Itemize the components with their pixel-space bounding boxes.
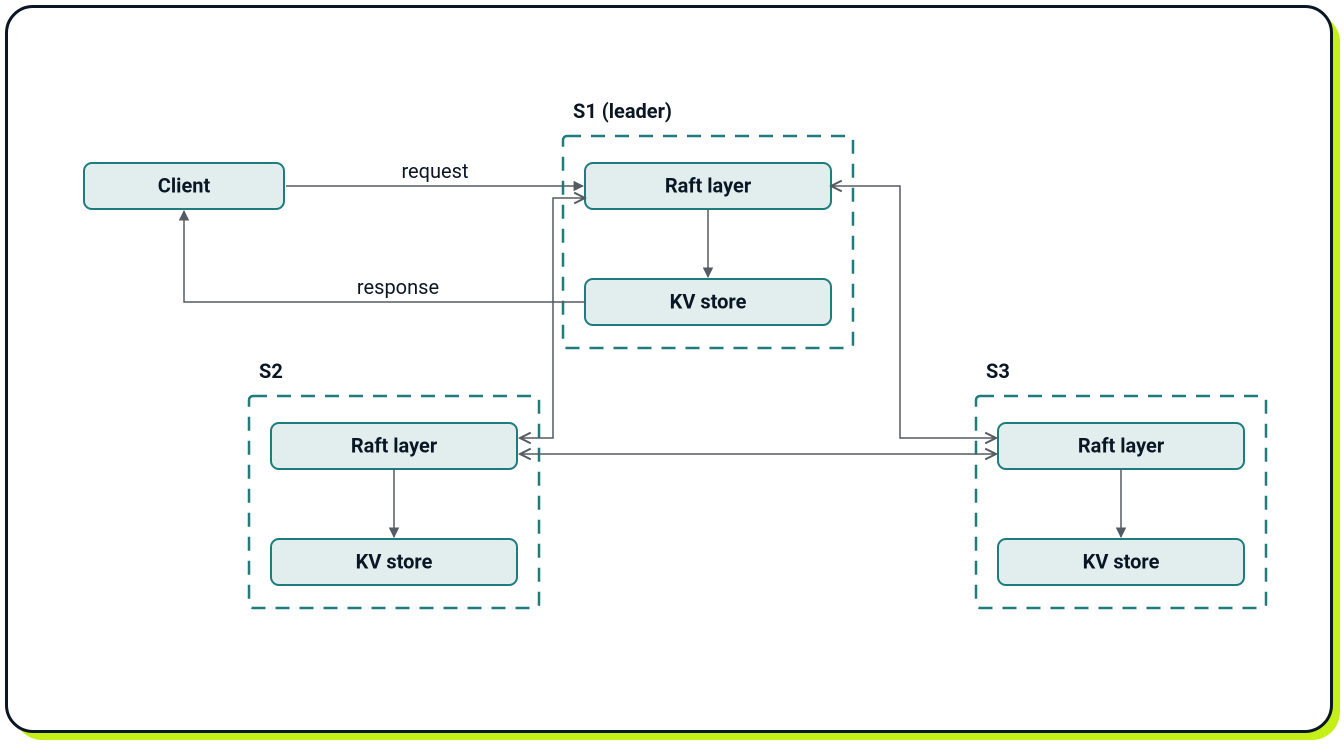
edge-label-request: request — [401, 159, 468, 183]
s2-raft-label: Raft layer — [351, 433, 438, 457]
s3-kv-label: KV store — [1083, 549, 1160, 573]
client-label: Client — [158, 173, 211, 197]
s1-raft-label: Raft layer — [665, 173, 752, 197]
diagram-card: Client S1 (leader) Raft layer KV store S… — [5, 5, 1333, 733]
group-title-s3: S3 — [986, 359, 1010, 383]
raft-architecture-diagram: Client S1 (leader) Raft layer KV store S… — [8, 8, 1330, 730]
edge-s1-s2 — [520, 198, 585, 438]
s3-raft-label: Raft layer — [1078, 433, 1165, 457]
diagram-stage: Client S1 (leader) Raft layer KV store S… — [0, 0, 1344, 750]
s1-kv-label: KV store — [670, 289, 747, 313]
group-title-s2: S2 — [259, 359, 283, 383]
s2-kv-label: KV store — [356, 549, 433, 573]
group-title-s1: S1 (leader) — [573, 99, 672, 123]
edge-label-response: response — [357, 275, 439, 299]
edge-s1-s3 — [831, 186, 996, 438]
